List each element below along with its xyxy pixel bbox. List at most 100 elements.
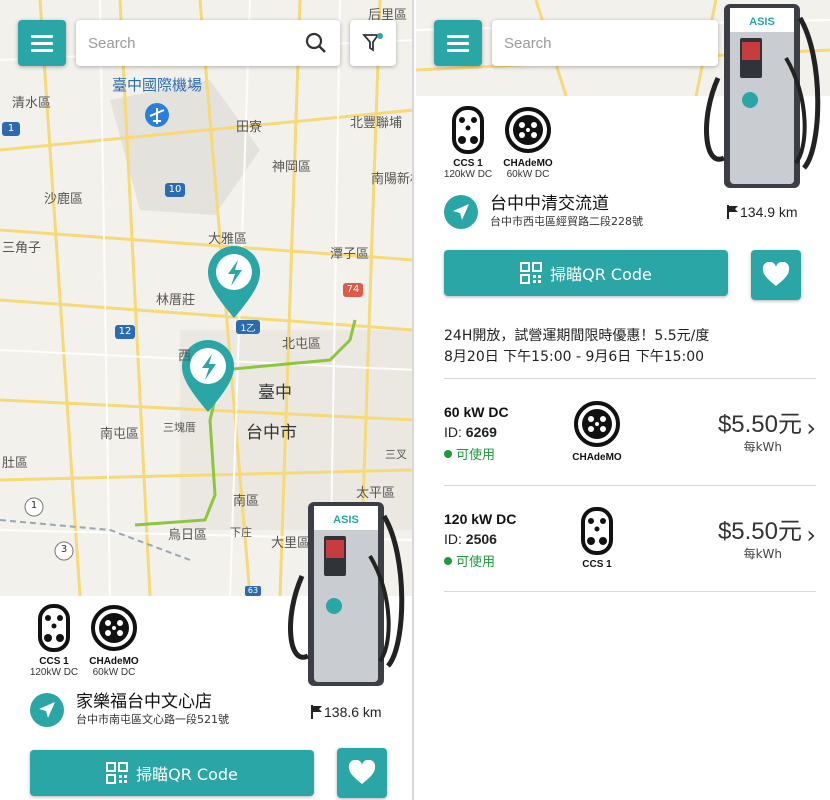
map-label: 沙鹿區 xyxy=(44,192,84,207)
connector-ccs1: CCS 1 120kW DC xyxy=(436,106,500,180)
navigate-button[interactable] xyxy=(30,692,64,727)
filter-icon xyxy=(362,33,383,52)
flag-icon xyxy=(727,205,738,219)
map-label: 三角子 xyxy=(2,241,42,256)
map-label: 田寮 xyxy=(236,120,263,135)
ccs1-plug-icon xyxy=(581,507,613,555)
map-label: 北屯區 xyxy=(282,337,322,352)
favorite-button[interactable] xyxy=(751,250,801,300)
map-label: 烏日區 xyxy=(168,528,208,543)
flag-icon xyxy=(311,705,322,719)
map-label: 南屯區 xyxy=(100,427,140,442)
map-label: 神岡區 xyxy=(272,160,312,175)
filter-button[interactable] xyxy=(350,20,396,66)
hamburger-icon xyxy=(31,33,53,54)
chevron-right-icon[interactable]: › xyxy=(806,521,816,549)
available-dot-icon xyxy=(444,449,452,458)
plug-id: ID: 6269 xyxy=(444,424,497,440)
search-bar[interactable]: Search xyxy=(492,20,718,66)
search-input[interactable]: Search xyxy=(504,35,706,52)
right-screen: Search ASIS CCS 1 120kW DC CHAdeMO 60kW … xyxy=(416,0,830,800)
brand-logo: ASIS xyxy=(333,514,359,526)
route-shield: 1 xyxy=(7,123,15,134)
menu-button[interactable] xyxy=(434,20,482,66)
plug-row[interactable]: 120 kW DC ID: 2506 可使用 CCS 1 $5.50元 每kWh… xyxy=(444,507,816,611)
ccs1-plug-icon xyxy=(38,604,70,652)
connector-chademo: CHAdeMO 60kW DC xyxy=(496,106,560,180)
brand-logo: ASIS xyxy=(749,16,775,28)
divider xyxy=(444,378,816,379)
station-name: 台中中清交流道 xyxy=(490,194,609,214)
plug-power: 60 kW DC xyxy=(444,404,509,420)
distance: 138.6 km xyxy=(310,704,382,720)
plug-type: CCS 1 xyxy=(562,507,632,570)
route-shield: 3 xyxy=(60,544,68,555)
plug-price: $5.50元 xyxy=(717,518,802,545)
navigate-button[interactable] xyxy=(444,194,478,229)
map-label: 三叉 xyxy=(385,448,407,461)
navigation-arrow-icon xyxy=(453,203,469,220)
map-label-airport: 臺中國際機場 xyxy=(112,76,203,94)
map-label: 大雅區 xyxy=(208,232,248,247)
map-label: 南陽新村 xyxy=(371,172,412,187)
plug-status: 可使用 xyxy=(444,551,495,570)
menu-button[interactable] xyxy=(18,20,66,66)
connector-name: CCS 1 xyxy=(453,158,483,169)
ccs1-plug-icon xyxy=(452,106,484,154)
map-label: 三塊厝 xyxy=(163,421,196,434)
map-label: 清水區 xyxy=(12,96,52,111)
scan-qr-button[interactable]: 掃瞄QR Code xyxy=(444,250,728,296)
map-label: 潭子區 xyxy=(330,247,370,262)
chademo-plug-icon xyxy=(91,605,137,651)
search-icon[interactable] xyxy=(304,31,328,55)
heart-icon xyxy=(348,760,376,784)
chevron-right-icon[interactable]: › xyxy=(806,414,816,442)
connector-spec: 120kW DC xyxy=(29,667,79,678)
promo-text: 24H開放，試營運期間限時優惠！5.5元/度 xyxy=(444,328,710,344)
connector-spec: 60kW DC xyxy=(506,169,550,180)
available-dot-icon xyxy=(444,556,452,565)
map-label: 南區 xyxy=(233,494,260,509)
map-label: 北豐聯埔 xyxy=(350,116,403,131)
station-name: 家樂福台中文心店 xyxy=(76,692,212,712)
qr-code-icon xyxy=(106,762,129,784)
chademo-plug-icon xyxy=(505,107,551,153)
route-shield: 12 xyxy=(118,326,132,337)
distance-value: 138.6 km xyxy=(324,704,382,720)
connector-name: CHAdeMO xyxy=(89,656,139,667)
connector-name: CHAdeMO xyxy=(503,158,553,169)
connector-chademo: CHAdeMO 60kW DC xyxy=(82,604,146,678)
connector-spec: 120kW DC xyxy=(443,169,493,180)
plug-type: CHAdeMO xyxy=(562,400,632,463)
scan-qr-label: 掃瞄QR Code xyxy=(550,265,652,284)
map-label-taizhong-city: 台中市 xyxy=(246,423,297,443)
favorite-button[interactable] xyxy=(337,748,387,798)
station-info[interactable]: 家樂福台中文心店 台中市南屯區文心路一段521號 xyxy=(30,692,229,727)
station-address: 台中市南屯區文心路一段521號 xyxy=(76,713,229,726)
route-shield: 63 xyxy=(247,586,259,595)
connector-spec: 60kW DC xyxy=(92,667,136,678)
plug-row[interactable]: 60 kW DC ID: 6269 可使用 CHAdeMO $5.50元 每kW… xyxy=(444,401,816,504)
search-input[interactable]: Search xyxy=(88,35,304,52)
connector-ccs1: CCS 1 120kW DC xyxy=(22,604,86,678)
plug-price: $5.50元 xyxy=(717,411,802,438)
charger-image: ASIS xyxy=(704,4,821,188)
promo-period: 8月20日 下午15:00 - 9月6日 下午15:00 xyxy=(444,349,705,365)
station-info[interactable]: 台中中清交流道 台中市西屯區經貿路二段228號 xyxy=(444,194,643,229)
route-shield: 10 xyxy=(168,184,182,195)
distance: 134.9 km xyxy=(726,204,798,220)
chademo-plug-icon xyxy=(574,401,620,447)
station-address: 台中市西屯區經貿路二段228號 xyxy=(490,215,643,228)
navigation-arrow-icon xyxy=(39,701,55,718)
search-bar[interactable]: Search xyxy=(76,20,340,66)
route-shield: 1乙 xyxy=(240,324,256,334)
scan-qr-button[interactable]: 掃瞄QR Code xyxy=(30,750,314,796)
route-shield: 1 xyxy=(30,500,38,511)
map-label: 林厝莊 xyxy=(156,293,196,308)
heart-icon xyxy=(762,262,790,286)
charger-image: ASIS xyxy=(288,502,405,686)
map-label: 西 xyxy=(178,349,192,364)
map-label-taizhong: 臺中 xyxy=(258,383,292,403)
plug-status: 可使用 xyxy=(444,444,495,463)
scan-qr-label: 掃瞄QR Code xyxy=(136,765,238,784)
